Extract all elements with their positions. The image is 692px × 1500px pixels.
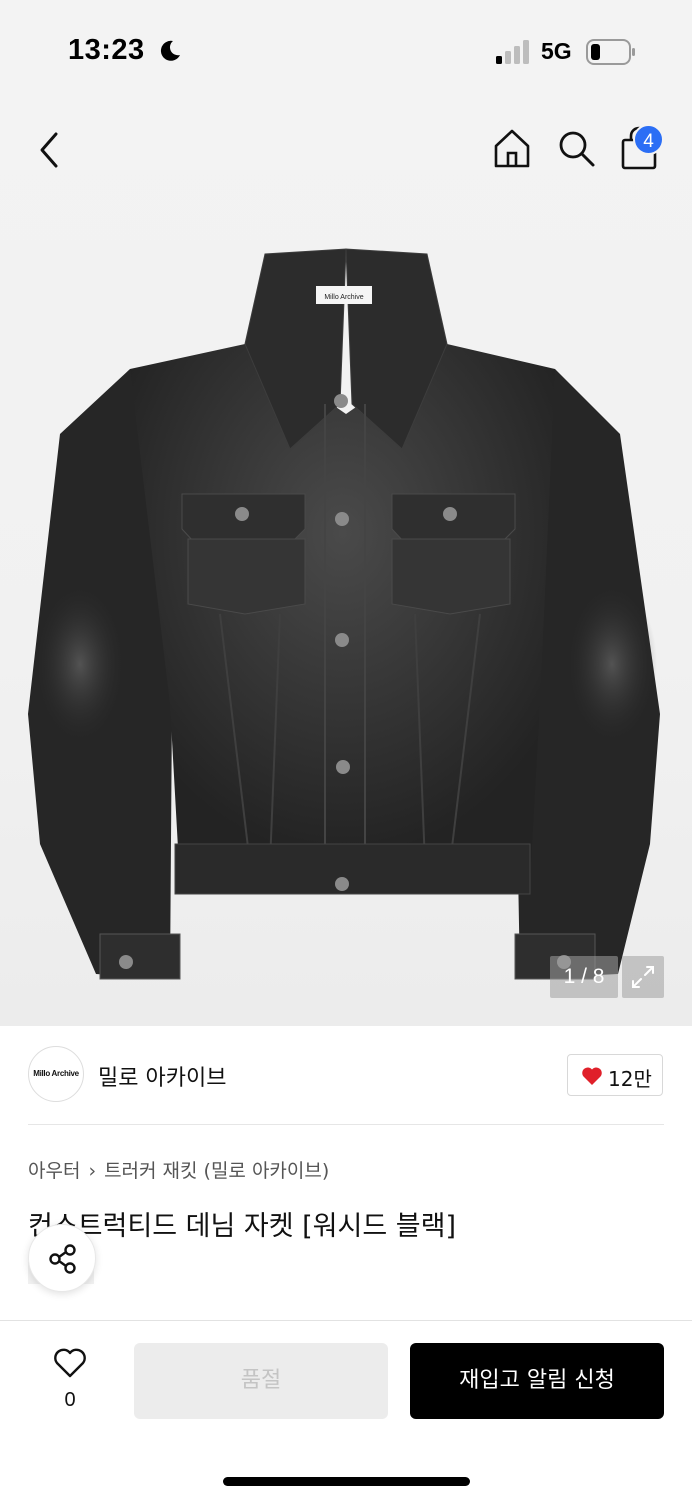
soldout-button: 품절	[134, 1343, 388, 1419]
divider	[28, 1124, 664, 1125]
share-button[interactable]	[28, 1224, 96, 1292]
search-icon[interactable]	[554, 126, 598, 170]
brand-like-count: 12만	[608, 1067, 652, 1091]
signal-icon	[496, 40, 529, 64]
status-time: 13:23	[68, 34, 145, 66]
heart-filled-icon	[582, 1067, 602, 1085]
jacket-label-text: Millo Archive	[324, 294, 363, 301]
share-icon	[49, 1244, 76, 1274]
heart-outline-icon[interactable]	[52, 1347, 88, 1379]
moon-icon	[160, 40, 180, 61]
wish-count: 0	[64, 1389, 76, 1411]
status-bar: 13:23 5G	[0, 0, 692, 104]
expand-icon[interactable]	[622, 956, 664, 998]
back-chevron-icon[interactable]	[30, 128, 70, 172]
chevron-right-icon: ›	[88, 1160, 97, 1182]
breadcrumb-subcategory[interactable]: 트러커 재킷 (밀로 아카이브)	[104, 1160, 329, 1182]
home-icon[interactable]	[490, 126, 534, 170]
brand-logo[interactable]: Millo Archive	[28, 1046, 84, 1102]
home-indicator	[223, 1477, 470, 1486]
cart-count-badge: 4	[633, 124, 664, 155]
bottom-action-bar: 0 품절 재입고 알림 신청	[0, 1320, 692, 1500]
product-photo[interactable]: Millo Archive	[20, 244, 672, 1004]
product-title: 컨스트럭티드 데님 자켓 [워시드 블랙]	[28, 1211, 456, 1242]
brand-row[interactable]: Millo Archive 밀로 아카이브 12만	[0, 1026, 692, 1126]
battery-icon	[586, 39, 635, 65]
breadcrumb: 아우터 › 트러커 재킷 (밀로 아카이브)	[28, 1156, 329, 1183]
brand-name[interactable]: 밀로 아카이브	[98, 1060, 226, 1092]
image-counter: 1 / 8	[550, 956, 618, 998]
product-image-gallery[interactable]: 4 Millo Archive 1 / 8	[0, 104, 692, 1026]
brand-like-button[interactable]: 12만	[567, 1054, 663, 1096]
breadcrumb-category[interactable]: 아우터	[28, 1160, 80, 1182]
network-label: 5G	[541, 38, 572, 64]
restock-alert-button[interactable]: 재입고 알림 신청	[410, 1343, 664, 1419]
